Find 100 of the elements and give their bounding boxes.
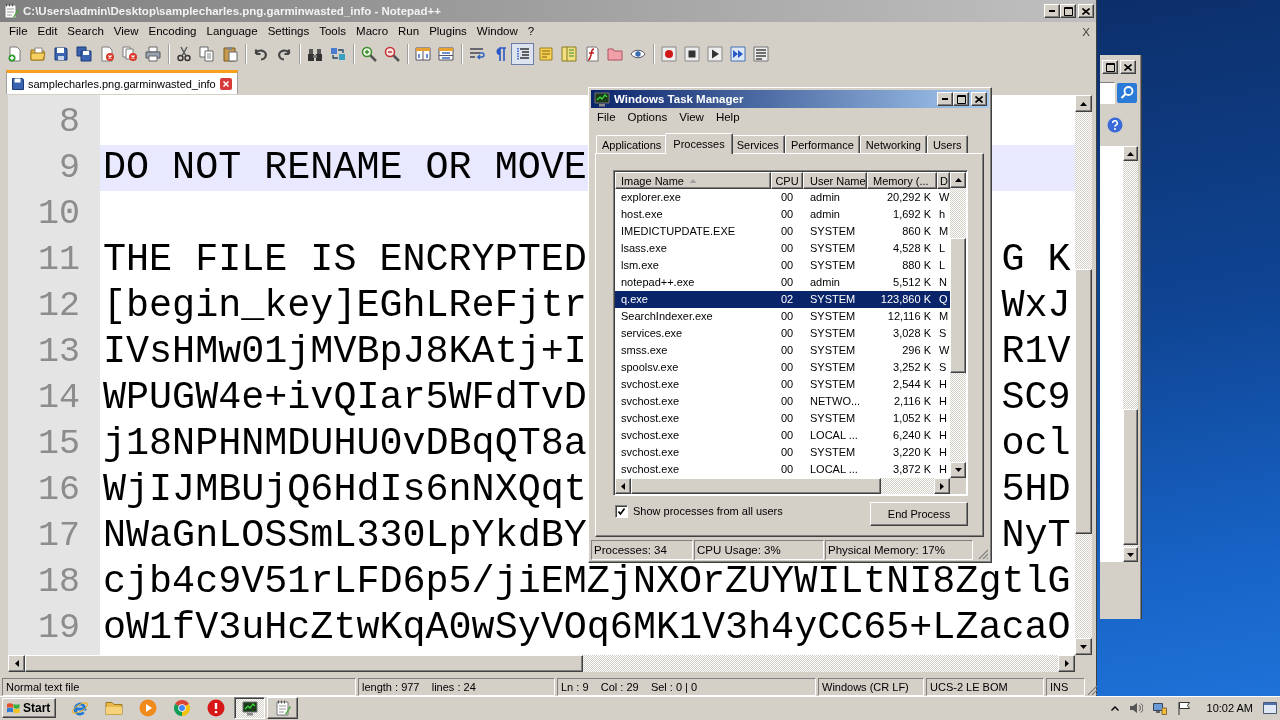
file-tab[interactable]: samplecharles.png.garminwasted_info (6, 70, 238, 94)
close-icon[interactable] (219, 77, 232, 90)
scroll-right-button[interactable] (934, 478, 950, 494)
column-header[interactable]: D (937, 172, 950, 189)
table-cell-text: 1,692 K (892, 207, 932, 222)
process-row[interactable]: svchost.exe 00 SYSTEM 2,544 K H (615, 376, 950, 393)
table-cell-text: S (938, 360, 948, 375)
process-row[interactable]: svchost.exe 00 NETWO... 2,116 K H (615, 393, 950, 410)
horizontal-scrollbar[interactable] (615, 478, 950, 494)
vertical-scrollbar[interactable] (1075, 95, 1092, 655)
menu-item[interactable]: Macro (351, 23, 394, 40)
process-row[interactable]: explorer.exe 00 admin 20,292 K W (615, 189, 950, 206)
monitor-icon[interactable] (1152, 701, 1167, 715)
scroll-up-button[interactable] (1123, 146, 1138, 161)
scrollbar-thumb[interactable] (950, 238, 966, 373)
menu-item[interactable]: View (673, 109, 710, 126)
scroll-down-button[interactable] (1075, 638, 1092, 655)
maximize-button[interactable] (1060, 4, 1076, 18)
scroll-left-button[interactable] (615, 478, 631, 494)
color-wheel-icon[interactable] (173, 699, 191, 717)
process-row[interactable]: lsm.exe 00 SYSTEM 880 K L (615, 257, 950, 274)
process-row[interactable]: svchost.exe 00 LOCAL ... 3,872 K H (615, 461, 950, 478)
clock[interactable]: 10:02 AM (1206, 702, 1253, 714)
alert-circle-icon[interactable] (207, 699, 225, 717)
waving-flag-icon (6, 702, 20, 714)
menu-item[interactable]: Options (621, 109, 674, 126)
menu-item[interactable]: Language (201, 23, 263, 40)
maximize-button[interactable] (953, 92, 969, 106)
minimize-button[interactable] (937, 92, 953, 106)
process-row[interactable]: spoolsv.exe 00 SYSTEM 3,252 K S (615, 359, 950, 376)
scroll-down-button[interactable] (1123, 547, 1138, 562)
process-row[interactable]: IMEDICTUPDATE.EXE 00 SYSTEM 860 K M (615, 223, 950, 240)
tab[interactable]: Performance (784, 135, 860, 153)
close-button[interactable] (1078, 4, 1094, 18)
menu-item[interactable]: Run (393, 23, 425, 40)
column-header[interactable]: Image Name (615, 172, 771, 189)
triangle-down-icon (954, 468, 962, 472)
menu-item[interactable]: File (4, 23, 33, 40)
process-row[interactable]: lsass.exe 00 SYSTEM 4,528 K L (615, 240, 950, 257)
tab[interactable]: Networking (859, 135, 927, 153)
menu-item[interactable]: Tools (314, 23, 352, 40)
flag-icon[interactable] (1176, 701, 1191, 715)
scrollbar-thumb[interactable] (631, 478, 881, 494)
checkbox-label[interactable]: Show processes from all users (633, 505, 783, 518)
line-text: j18NPHNMDUHU0vDBqQT8a (103, 425, 587, 463)
menu-item[interactable]: Search (62, 23, 109, 40)
scroll-up-button[interactable] (1075, 95, 1092, 112)
process-row[interactable]: smss.exe 00 SYSTEM 296 K W (615, 342, 950, 359)
speaker-icon[interactable] (1128, 702, 1143, 714)
menu-item[interactable]: Help (709, 109, 746, 126)
menu-item[interactable]: View (108, 23, 144, 40)
minimize-button[interactable] (1044, 4, 1060, 18)
menu-item[interactable]: File (591, 109, 622, 126)
scroll-left-button[interactable] (8, 655, 25, 672)
vertical-scrollbar[interactable] (1123, 146, 1138, 562)
process-row[interactable]: services.exe 00 SYSTEM 3,028 K S (615, 325, 950, 342)
tab[interactable]: Applications (596, 135, 668, 153)
tab[interactable]: Services (730, 135, 785, 153)
column-header[interactable]: Memory (... (867, 172, 937, 189)
input-field[interactable] (1100, 82, 1115, 104)
process-row[interactable]: host.exe 00 admin 1,692 K h (615, 206, 950, 223)
scroll-up-button[interactable] (950, 172, 966, 188)
chevron-up-icon[interactable] (1110, 705, 1119, 711)
vertical-scrollbar[interactable] (950, 172, 966, 478)
menu-item[interactable]: ? (522, 23, 540, 40)
process-row[interactable]: q.exe 02 SYSTEM 123,860 K Q (615, 291, 950, 308)
close-button[interactable] (971, 92, 987, 106)
process-row[interactable]: svchost.exe 00 LOCAL ... 6,240 K H (615, 427, 950, 444)
menu-item[interactable]: Settings (262, 23, 315, 40)
column-header[interactable]: CPU (771, 172, 803, 189)
process-row[interactable]: svchost.exe 00 SYSTEM 1,052 K H (615, 410, 950, 427)
process-row[interactable]: svchost.exe 00 SYSTEM 3,220 K H (615, 444, 950, 461)
column-header[interactable]: User Name (803, 172, 867, 189)
checkbox[interactable] (615, 505, 628, 518)
scrollbar-thumb[interactable] (25, 655, 583, 672)
tab[interactable]: Users (926, 135, 968, 153)
table-cell-text: 00 (779, 428, 795, 443)
scrollbar-thumb[interactable] (1075, 269, 1092, 534)
menu-item[interactable]: Plugins (424, 23, 472, 40)
help-icon[interactable] (1107, 117, 1123, 133)
scrollbar-thumb[interactable] (1123, 409, 1138, 545)
letter-e-icon[interactable] (71, 699, 89, 717)
maximize-button[interactable] (1102, 60, 1118, 74)
taskbar-button[interactable] (234, 697, 265, 719)
end-process-button[interactable]: End Process (870, 502, 968, 526)
close-button[interactable]: X (1082, 25, 1090, 38)
close-button[interactable] (1120, 60, 1136, 74)
scroll-right-button[interactable] (1058, 655, 1075, 672)
tab[interactable]: Processes (665, 133, 733, 154)
process-row[interactable]: SearchIndexer.exe 00 SYSTEM 12,116 K M (615, 308, 950, 325)
process-row[interactable]: notepad++.exe 00 admin 5,512 K N (615, 274, 950, 291)
menu-item[interactable]: Window (471, 23, 523, 40)
start-button[interactable]: Start (2, 698, 56, 718)
menu-item[interactable]: Edit (32, 23, 63, 40)
horizontal-scrollbar[interactable] (8, 655, 1075, 672)
folder-icon[interactable] (105, 699, 123, 717)
search-icon[interactable] (1117, 83, 1137, 103)
window-icon[interactable] (1263, 702, 1277, 714)
menu-item[interactable]: Encoding (143, 23, 202, 40)
scroll-down-button[interactable] (950, 462, 966, 478)
